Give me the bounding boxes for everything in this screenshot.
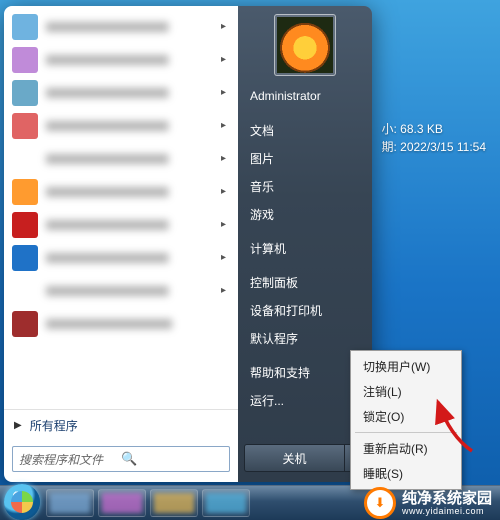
pinned-list: ▸ ▸ ▸ ▸ ▸ ▸ ▸ ▸ ▸ xyxy=(4,6,238,409)
all-programs-button[interactable]: ▶ 所有程序 xyxy=(4,409,238,440)
app-label xyxy=(46,253,221,263)
app-label xyxy=(46,121,221,131)
pinned-app-item[interactable]: ▸ xyxy=(6,175,236,208)
download-icon: ⬇ xyxy=(364,487,396,519)
submenu-arrow-icon: ▸ xyxy=(221,21,226,32)
file-date-label: 期: xyxy=(381,140,396,154)
all-programs-label: 所有程序 xyxy=(30,417,78,434)
pinned-app-item[interactable]: ▸ xyxy=(6,241,236,274)
right-pane-item[interactable]: 图片 xyxy=(238,144,372,172)
taskbar-pinned-app[interactable] xyxy=(98,489,146,517)
file-size-label: 小: xyxy=(381,122,396,136)
app-icon xyxy=(12,245,38,271)
user-avatar-frame[interactable] xyxy=(274,14,336,76)
pinned-app-item[interactable]: ▸ xyxy=(6,76,236,109)
watermark-url: www.yidaimei.com xyxy=(402,506,492,516)
right-pane-item[interactable]: 默认程序 xyxy=(238,324,372,352)
submenu-arrow-icon: ▸ xyxy=(221,120,226,131)
submenu-arrow-icon: ▸ xyxy=(221,87,226,98)
right-pane-item[interactable]: 计算机 xyxy=(238,234,372,262)
power-menu-item[interactable]: 睡眠(S) xyxy=(351,461,461,486)
right-pane-item[interactable]: 控制面板 xyxy=(238,268,372,296)
username-label[interactable]: Administrator xyxy=(238,82,372,110)
app-icon xyxy=(12,212,38,238)
pinned-app-item[interactable]: ▸ xyxy=(6,10,236,43)
power-menu-item[interactable]: 切换用户(W) xyxy=(351,354,461,379)
power-menu-item[interactable]: 锁定(O) xyxy=(351,404,461,429)
search-row: 搜索程序和文件 🔍 xyxy=(4,440,238,482)
watermark-title: 纯净系统家园 xyxy=(402,491,492,506)
submenu-arrow-icon: ▸ xyxy=(221,219,226,230)
pinned-app-item[interactable]: ▸ xyxy=(6,43,236,76)
app-label xyxy=(46,55,221,65)
app-icon xyxy=(12,80,38,106)
file-tooltip: 小: 68.3 KB 期: 2022/3/15 11:54 xyxy=(381,120,486,156)
watermark: ⬇ 纯净系统家园 www.yidaimei.com xyxy=(364,488,492,518)
app-icon xyxy=(12,14,38,40)
start-menu-left-pane: ▸ ▸ ▸ ▸ ▸ ▸ ▸ ▸ ▸ ▶ 所有程序 搜索程序和文件 🔍 xyxy=(4,6,238,482)
app-icon xyxy=(12,278,38,304)
start-orb[interactable] xyxy=(4,484,40,520)
search-icon: 🔍 xyxy=(121,451,223,467)
app-label xyxy=(46,220,221,230)
file-date-value: 2022/3/15 11:54 xyxy=(400,140,486,154)
search-input[interactable]: 搜索程序和文件 🔍 xyxy=(12,446,230,472)
power-menu-item[interactable]: 重新启动(R) xyxy=(351,436,461,461)
taskbar-pinned-app[interactable] xyxy=(202,489,250,517)
right-pane-item[interactable]: 设备和打印机 xyxy=(238,296,372,324)
submenu-arrow-icon: ▸ xyxy=(221,54,226,65)
app-icon xyxy=(12,311,38,337)
app-label xyxy=(46,187,221,197)
right-pane-item[interactable]: 音乐 xyxy=(238,172,372,200)
submenu-arrow-icon: ▸ xyxy=(221,252,226,263)
submenu-arrow-icon: ▸ xyxy=(221,186,226,197)
pinned-app-item[interactable]: ▸ xyxy=(6,109,236,142)
power-menu-item[interactable]: 注销(L) xyxy=(351,379,461,404)
right-pane-item[interactable]: 游戏 xyxy=(238,200,372,228)
taskbar-pinned-app[interactable] xyxy=(150,489,198,517)
search-placeholder: 搜索程序和文件 xyxy=(19,451,121,468)
app-icon xyxy=(12,113,38,139)
pinned-app-item[interactable]: ▸ xyxy=(6,142,236,175)
right-pane-item[interactable]: 文档 xyxy=(238,116,372,144)
app-label xyxy=(46,88,221,98)
app-icon xyxy=(12,47,38,73)
start-menu: ▸ ▸ ▸ ▸ ▸ ▸ ▸ ▸ ▸ ▶ 所有程序 搜索程序和文件 🔍 Administrator… xyxy=(4,6,372,482)
submenu-arrow-icon: ▸ xyxy=(221,285,226,296)
app-label xyxy=(46,154,221,164)
pinned-app-item[interactable] xyxy=(6,307,236,340)
user-avatar xyxy=(277,17,333,73)
app-label xyxy=(46,286,221,296)
pinned-app-item[interactable]: ▸ xyxy=(6,274,236,307)
power-options-menu: 切换用户(W)注销(L)锁定(O) 重新启动(R)睡眠(S) xyxy=(350,350,462,490)
menu-separator xyxy=(355,432,457,433)
app-label xyxy=(46,22,221,32)
file-size-value: 68.3 KB xyxy=(400,122,443,136)
app-icon xyxy=(12,146,38,172)
taskbar-pinned-app[interactable] xyxy=(46,489,94,517)
app-icon xyxy=(12,179,38,205)
submenu-arrow-icon: ▸ xyxy=(221,153,226,164)
shutdown-button[interactable]: 关机 xyxy=(244,444,344,472)
triangle-right-icon: ▶ xyxy=(14,420,22,431)
pinned-app-item[interactable]: ▸ xyxy=(6,208,236,241)
app-label xyxy=(46,319,226,329)
